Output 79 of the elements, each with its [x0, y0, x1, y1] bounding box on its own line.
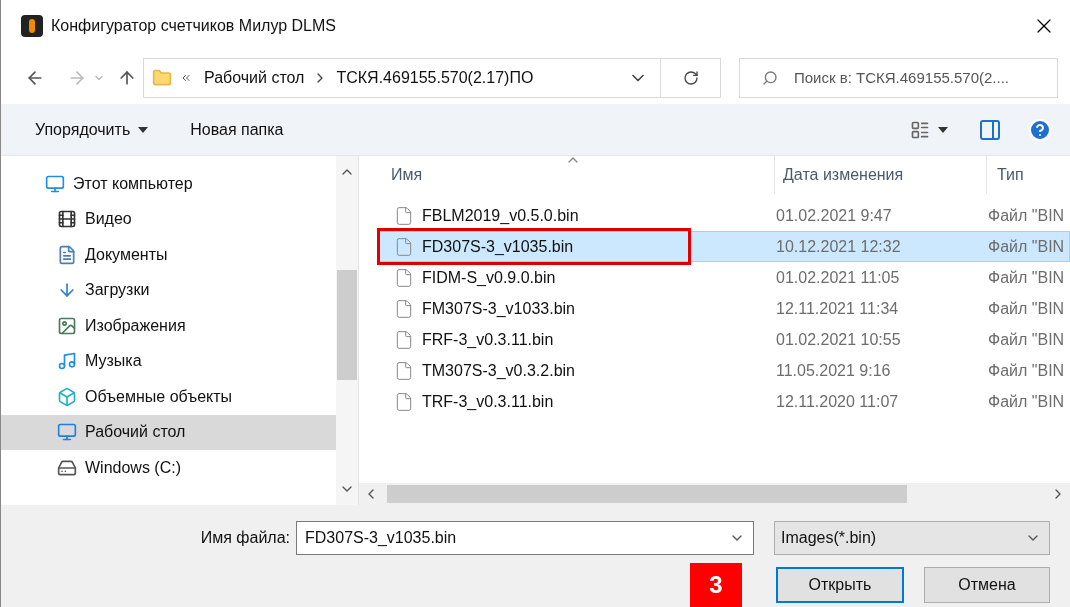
filename-label: Имя файла:	[200, 528, 290, 548]
file-type: Файл "BIN	[988, 360, 1065, 381]
file-icon	[394, 267, 414, 288]
file-row[interactable]: FM307S-3_v1033.bin 12.11.2021 11:34 Файл "BIN	[379, 293, 1070, 324]
file-name: FD307S-3_v1035.bin	[422, 236, 574, 257]
file-date: 12.11.2021 11:34	[776, 298, 900, 319]
file-type: Файл "BIN	[988, 205, 1065, 226]
file-type: Файл "BIN	[988, 267, 1065, 288]
sidebar-item[interactable]: Изображения	[1, 308, 336, 344]
breadcrumb[interactable]: ТСКЯ.469155.570(2.17)ПО	[336, 66, 534, 90]
open-button[interactable]: Открыть	[776, 567, 904, 603]
horizontal-scrollbar[interactable]	[359, 483, 1070, 505]
file-row[interactable]: TM307S-3_v0.3.2.bin 11.05.2021 9:16 Файл "BIN	[379, 355, 1070, 386]
file-name: FIDM-S_v0.9.0.bin	[422, 267, 556, 288]
app-logo-icon	[21, 15, 43, 37]
search-field[interactable]: Поиск в: ТСКЯ.469155.570(2....	[739, 58, 1058, 98]
refresh-icon[interactable]	[682, 70, 699, 86]
monitor-icon	[45, 173, 65, 194]
film-icon	[57, 209, 77, 230]
sidebar-item[interactable]: Документы	[1, 237, 336, 273]
step-badge: 3	[690, 563, 742, 607]
sidebar-item[interactable]: Объемные объекты	[1, 379, 336, 415]
file-date: 12.11.2020 11:07	[776, 391, 900, 412]
address-bar[interactable]: Рабочий стол ТСКЯ.469155.570(2.17)ПО	[143, 58, 721, 98]
document-icon	[57, 244, 77, 265]
file-name: FBLM2019_v0.5.0.bin	[422, 205, 579, 226]
search-icon	[762, 70, 778, 86]
toolbar-button[interactable]: Новая папка	[190, 117, 284, 142]
file-date: 11.05.2021 9:16	[776, 360, 892, 381]
file-type-dropdown[interactable]: Images(*.bin)	[774, 521, 1050, 555]
sidebar-item[interactable]: Windows (C:)	[1, 450, 336, 486]
sidebar-item[interactable]: Загрузки	[1, 272, 336, 308]
window-title: Конфигуратор счетчиков Милур DLMS	[51, 16, 336, 36]
sidebar-item[interactable]: Этот компьютер	[1, 166, 336, 202]
file-type: Файл "BIN	[988, 236, 1065, 257]
column-header[interactable]: Имя	[359, 156, 775, 194]
toolbar-button[interactable]: Упорядочить	[35, 117, 149, 142]
folder-icon	[152, 68, 172, 88]
file-type: Файл "BIN	[988, 391, 1065, 412]
column-header[interactable]: Дата изменения	[775, 156, 987, 194]
file-name: TRF-3_v0.3.11.bin	[422, 391, 554, 412]
file-date: 01.02.2021 10:55	[776, 329, 902, 350]
file-date: 01.02.2021 9:47	[776, 205, 893, 226]
caret-icon[interactable]	[138, 126, 149, 133]
view-options-icon[interactable]	[910, 119, 930, 140]
preview-pane-icon[interactable]	[978, 117, 1002, 142]
file-row[interactable]: FBLM2019_v0.5.0.bin 01.02.2021 9:47 Файл "BIN	[379, 200, 1070, 231]
file-icon	[394, 236, 414, 257]
file-row[interactable]: FIDM-S_v0.9.0.bin 01.02.2021 11:05 Файл "BIN	[379, 262, 1070, 293]
file-name: TM307S-3_v0.3.2.bin	[422, 360, 575, 381]
file-icon	[394, 205, 414, 226]
file-icon	[394, 360, 414, 381]
file-icon	[394, 391, 414, 412]
file-date: 01.02.2021 11:05	[776, 267, 901, 288]
file-type: Файл "BIN	[988, 329, 1065, 350]
file-row[interactable]: FD307S-3_v1035.bin 10.12.2021 12:32 Файл "BIN	[379, 231, 1070, 262]
file-type: Файл "BIN	[988, 298, 1065, 319]
help-icon[interactable]	[1028, 117, 1052, 142]
caret-icon[interactable]	[938, 126, 948, 133]
sidebar-item[interactable]: Видео	[1, 201, 336, 237]
double-chevron-icon[interactable]	[180, 72, 192, 84]
file-row[interactable]: TRF-3_v0.3.11.bin 12.11.2020 11:07 Файл "BIN	[379, 386, 1070, 417]
cube-icon	[57, 386, 77, 407]
monitor-icon	[57, 422, 77, 443]
column-header[interactable]: Тип	[987, 156, 1024, 194]
sidebar-item[interactable]: Музыка	[1, 343, 336, 379]
sidebar-item[interactable]: Рабочий стол	[1, 414, 336, 450]
file-name: FM307S-3_v1033.bin	[422, 298, 575, 319]
file-date: 10.12.2021 12:32	[776, 236, 902, 257]
file-icon	[394, 298, 414, 319]
filename-field[interactable]: FD307S-3_v1035.bin	[296, 521, 754, 555]
vertical-scrollbar[interactable]	[336, 156, 358, 505]
file-row[interactable]: FRF-3_v0.3.11.bin 01.02.2021 10:55 Файл "BIN	[379, 324, 1070, 355]
music-note-icon	[57, 351, 77, 372]
breadcrumb[interactable]: Рабочий стол	[204, 66, 305, 90]
file-icon	[394, 329, 414, 350]
picture-icon	[57, 315, 77, 336]
cancel-button[interactable]: Отмена	[924, 567, 1050, 603]
file-name: FRF-3_v0.3.11.bin	[422, 329, 554, 350]
